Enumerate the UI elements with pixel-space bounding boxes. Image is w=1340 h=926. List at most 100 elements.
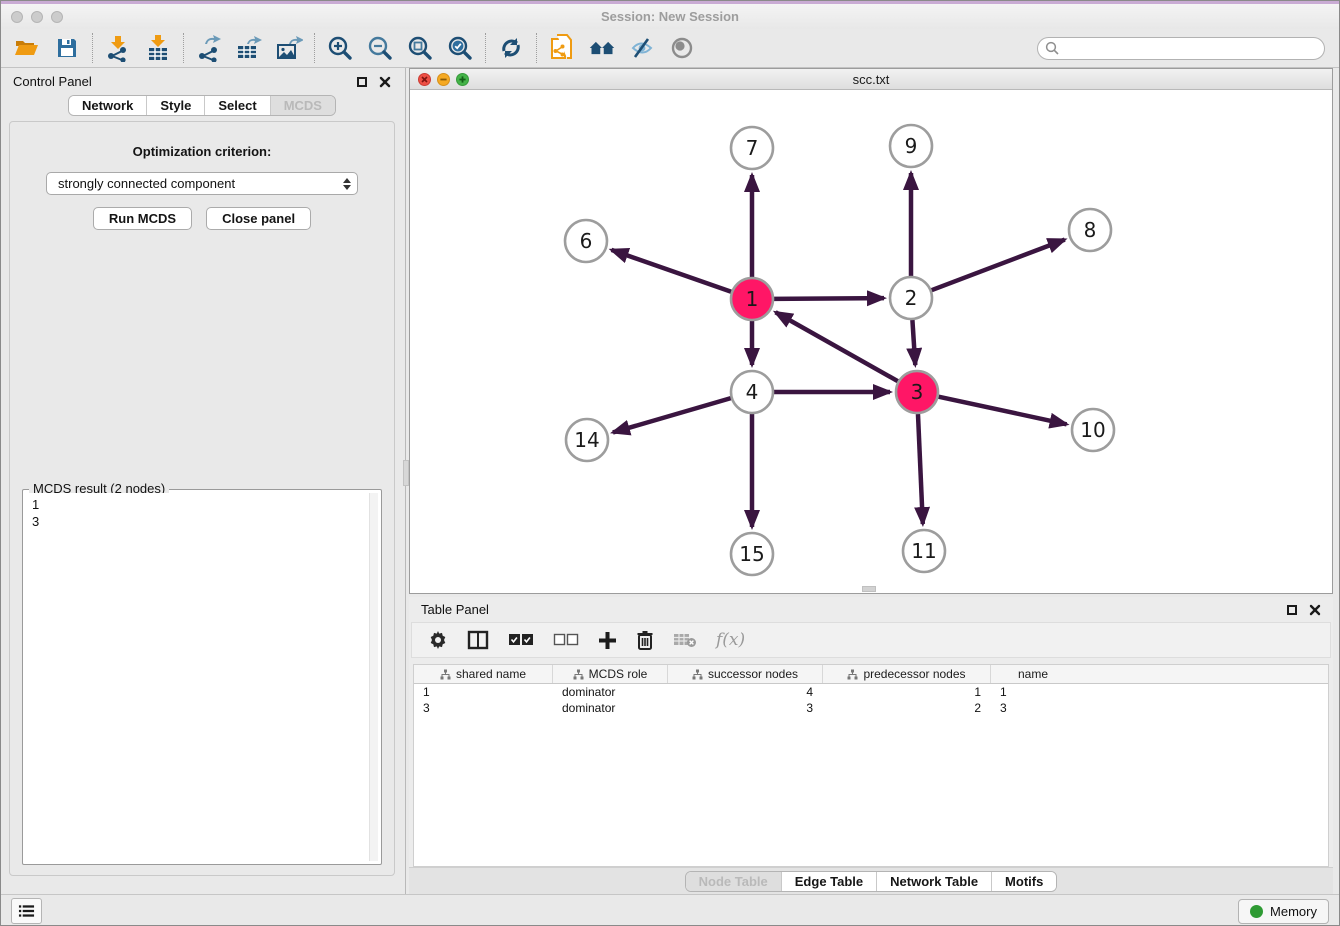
tab-mcds[interactable]: MCDS bbox=[271, 96, 335, 115]
network-minimize-icon[interactable] bbox=[437, 73, 450, 86]
show-all-button[interactable] bbox=[662, 31, 702, 65]
function-builder-button[interactable]: f(x) bbox=[716, 630, 745, 650]
maximize-window-icon[interactable] bbox=[51, 11, 63, 23]
table-cell[interactable]: 1 bbox=[823, 684, 991, 700]
hide-others-button[interactable] bbox=[622, 31, 662, 65]
graph-edge-2-8[interactable] bbox=[932, 240, 1065, 291]
select-all-columns-button[interactable] bbox=[508, 633, 534, 647]
table-close-panel-icon[interactable] bbox=[1309, 604, 1321, 616]
memory-button[interactable]: Memory bbox=[1238, 899, 1329, 924]
column-header-predecessor-nodes[interactable]: predecessor nodes bbox=[823, 665, 991, 683]
close-panel-icon[interactable] bbox=[379, 76, 391, 88]
save-session-button[interactable] bbox=[47, 31, 87, 65]
zoom-in-button[interactable] bbox=[320, 31, 360, 65]
table-settings-button[interactable] bbox=[428, 630, 448, 650]
export-network-button[interactable] bbox=[189, 31, 229, 65]
network-maximize-icon[interactable] bbox=[456, 73, 469, 86]
zoom-out-button[interactable] bbox=[360, 31, 400, 65]
control-panel: Control Panel Network Style Select MCDS … bbox=[1, 68, 403, 894]
criterion-selected-value: strongly connected component bbox=[58, 176, 235, 191]
import-network-icon bbox=[105, 34, 131, 62]
toolbar-separator bbox=[183, 33, 184, 63]
graph-edge-1-2[interactable] bbox=[774, 298, 884, 299]
export-image-button[interactable] bbox=[269, 31, 309, 65]
home-button[interactable] bbox=[582, 31, 622, 65]
table-cell[interactable]: 4 bbox=[668, 684, 823, 700]
create-column-button[interactable] bbox=[598, 631, 617, 650]
tab-node-table[interactable]: Node Table bbox=[686, 872, 782, 891]
network-resize-grip[interactable] bbox=[862, 586, 876, 592]
graph-edge-3-10[interactable] bbox=[939, 397, 1067, 425]
graph-edge-3-1[interactable] bbox=[776, 312, 898, 381]
network-view-window: scc.txt 7968124314101511 bbox=[409, 68, 1333, 594]
result-scrollbar[interactable] bbox=[369, 493, 378, 861]
show-all-icon bbox=[668, 36, 696, 60]
tab-network[interactable]: Network bbox=[69, 96, 147, 115]
select-all-checks-icon bbox=[508, 633, 534, 647]
column-header-name[interactable]: name bbox=[991, 665, 1075, 683]
graph-node-label-11: 11 bbox=[911, 539, 936, 563]
apply-layout-icon bbox=[498, 35, 524, 61]
network-canvas[interactable]: 7968124314101511 bbox=[410, 90, 1332, 593]
export-image-icon bbox=[275, 34, 303, 62]
table-cell[interactable]: 3 bbox=[991, 700, 1075, 716]
graph-edge-4-14[interactable] bbox=[613, 398, 731, 432]
column-header-successor-nodes[interactable]: successor nodes bbox=[668, 665, 823, 683]
import-table-button[interactable] bbox=[138, 31, 178, 65]
column-type-icon bbox=[847, 669, 858, 680]
table-cell[interactable]: 1 bbox=[991, 684, 1075, 700]
import-network-button[interactable] bbox=[98, 31, 138, 65]
mcds-result-text[interactable]: 13 bbox=[26, 493, 368, 861]
tab-motifs[interactable]: Motifs bbox=[992, 872, 1056, 891]
table-cell[interactable]: 1 bbox=[414, 684, 553, 700]
gear-icon bbox=[428, 630, 448, 650]
optimization-criterion-label: Optimization criterion: bbox=[22, 144, 382, 159]
search-input[interactable] bbox=[1037, 37, 1325, 60]
tab-network-table[interactable]: Network Table bbox=[877, 872, 992, 891]
task-history-button[interactable] bbox=[11, 898, 42, 924]
open-session-button[interactable] bbox=[7, 31, 47, 65]
tab-select[interactable]: Select bbox=[205, 96, 270, 115]
graph-node-label-3: 3 bbox=[911, 380, 924, 404]
tab-style[interactable]: Style bbox=[147, 96, 205, 115]
memory-label: Memory bbox=[1270, 904, 1317, 919]
table-body: 1dominator4113dominator323 bbox=[414, 684, 1328, 866]
table-cell[interactable]: dominator bbox=[553, 684, 668, 700]
minimize-window-icon[interactable] bbox=[31, 11, 43, 23]
table-cell[interactable]: 3 bbox=[668, 700, 823, 716]
graph-edge-1-6[interactable] bbox=[611, 250, 731, 292]
export-network-icon bbox=[196, 34, 222, 62]
graph-edge-2-3[interactable] bbox=[912, 320, 915, 365]
criterion-select[interactable]: strongly connected component bbox=[46, 172, 358, 195]
float-panel-icon[interactable] bbox=[357, 77, 367, 87]
close-window-icon[interactable] bbox=[11, 11, 23, 23]
tab-edge-table[interactable]: Edge Table bbox=[782, 872, 877, 891]
column-header-mcds-role[interactable]: MCDS role bbox=[553, 665, 668, 683]
graph-edge-3-11[interactable] bbox=[918, 414, 923, 524]
table-cell[interactable]: 3 bbox=[414, 700, 553, 716]
table-panel-title: Table Panel bbox=[421, 602, 489, 617]
mcds-panel: Optimization criterion: strongly connect… bbox=[9, 121, 395, 876]
toolbar-separator bbox=[314, 33, 315, 63]
table-row[interactable]: 1dominator411 bbox=[414, 684, 1328, 700]
graph-node-label-8: 8 bbox=[1084, 218, 1097, 242]
application-window: Session: New Session bbox=[0, 0, 1340, 926]
zoom-selected-button[interactable] bbox=[440, 31, 480, 65]
delete-table-button[interactable] bbox=[673, 632, 697, 648]
table-row[interactable]: 3dominator323 bbox=[414, 700, 1328, 716]
table-cell[interactable]: 2 bbox=[823, 700, 991, 716]
table-cell[interactable]: dominator bbox=[553, 700, 668, 716]
table-float-panel-icon[interactable] bbox=[1287, 605, 1297, 615]
column-header-shared-name[interactable]: shared name bbox=[414, 665, 553, 683]
export-table-button[interactable] bbox=[229, 31, 269, 65]
zoom-fit-button[interactable] bbox=[400, 31, 440, 65]
split-columns-button[interactable] bbox=[467, 630, 489, 650]
run-mcds-button[interactable]: Run MCDS bbox=[93, 207, 192, 230]
deselect-all-columns-button[interactable] bbox=[553, 633, 579, 647]
apply-layout-button[interactable] bbox=[491, 31, 531, 65]
clone-network-button[interactable] bbox=[542, 31, 582, 65]
delete-column-button[interactable] bbox=[636, 630, 654, 650]
network-close-icon[interactable] bbox=[418, 73, 431, 86]
deselect-all-checks-icon bbox=[553, 633, 579, 647]
close-panel-button[interactable]: Close panel bbox=[206, 207, 311, 230]
